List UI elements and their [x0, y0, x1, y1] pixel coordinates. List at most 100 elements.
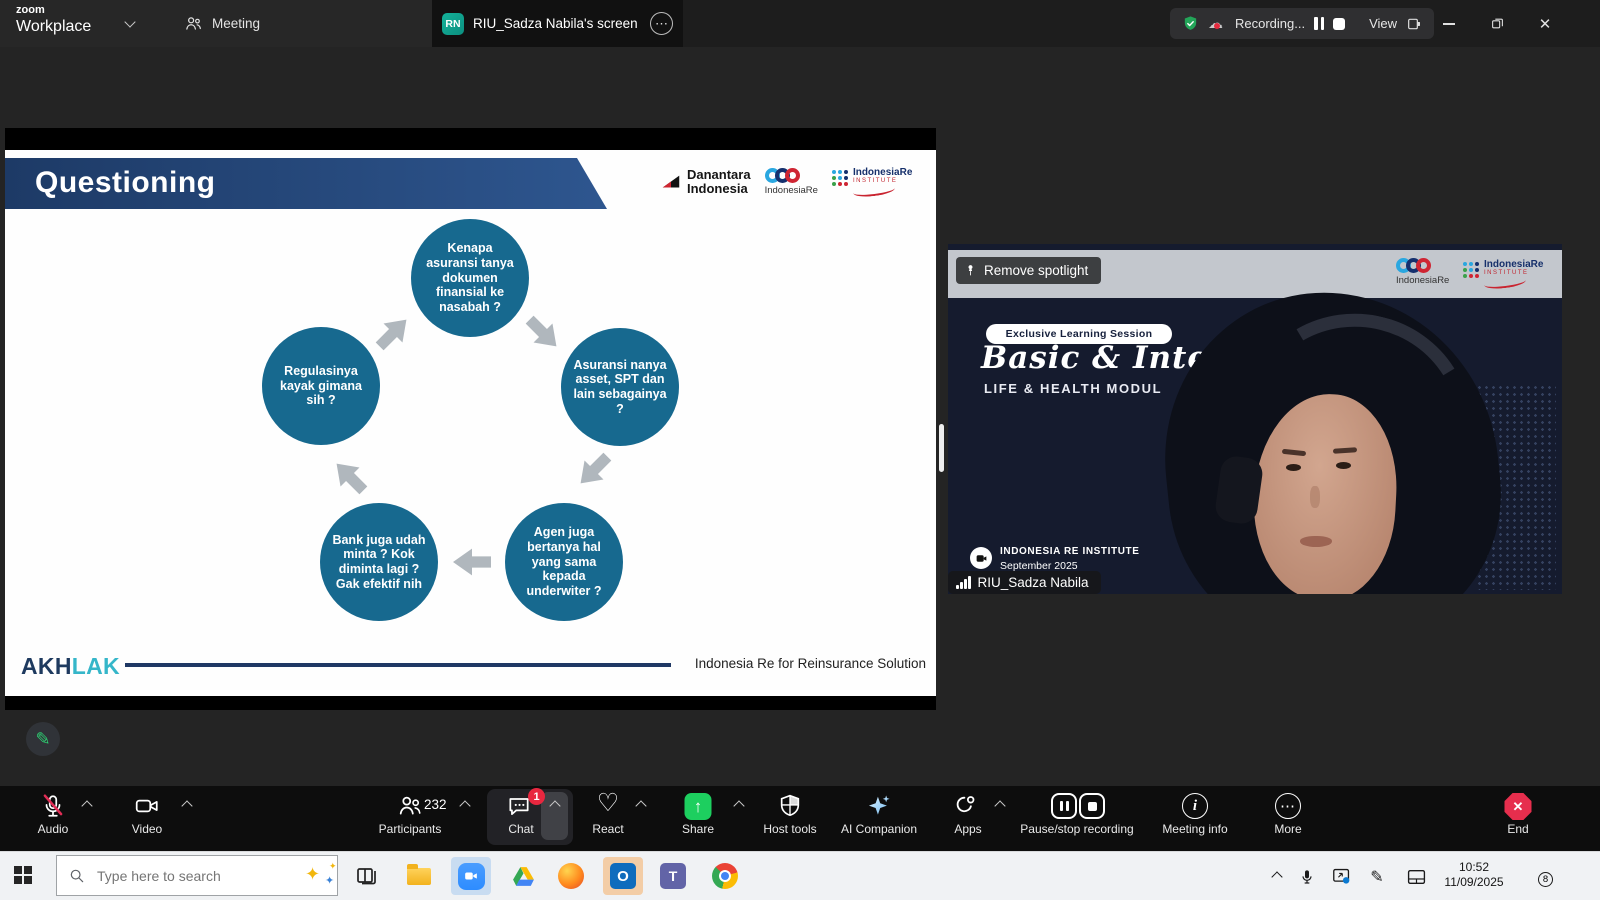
participant-name: RIU_Sadza Nabila — [978, 575, 1089, 590]
institute-logo-small: IndonesiaRe INSTITUTE — [1463, 260, 1543, 288]
remove-spotlight-button[interactable]: Remove spotlight — [956, 257, 1101, 284]
participants-options-chevron[interactable] — [459, 800, 470, 811]
view-button-label[interactable]: View — [1369, 16, 1397, 31]
tray-date: 11/09/2025 — [1430, 875, 1518, 890]
copilot-sparkle-icon: ✦ — [329, 861, 337, 872]
taskbar-zoom-app[interactable] — [457, 862, 485, 890]
taskbar-search-box[interactable]: ✦ ✦ ✦ — [56, 855, 338, 896]
view-layout-icon[interactable] — [1406, 16, 1422, 32]
danantara-mark-icon — [660, 171, 682, 193]
host-tools-label: Host tools — [763, 822, 816, 836]
taskbar-task-view[interactable] — [353, 862, 381, 890]
danantara-line2: Indonesia — [687, 182, 751, 196]
panel-resize-handle[interactable] — [939, 424, 944, 472]
outlook-icon: O — [610, 863, 636, 889]
chrome-icon — [712, 863, 738, 889]
recording-pill: ☁ Recording... View — [1170, 8, 1434, 39]
tray-chevron[interactable] — [1265, 852, 1289, 900]
restore-button[interactable] — [1474, 0, 1520, 47]
taskbar-outlook[interactable]: O — [609, 862, 637, 890]
tray-pen-icon[interactable]: ✎ — [1364, 852, 1390, 900]
presentation-slide: Questioning Danantara Indonesia Indonesi… — [5, 150, 936, 696]
pause-recording-button[interactable] — [1051, 793, 1077, 819]
end-meeting-button[interactable]: ✕ — [1505, 793, 1532, 820]
minimize-button[interactable] — [1426, 0, 1472, 47]
taskbar-drive-app[interactable] — [509, 862, 537, 890]
taskbar-file-explorer[interactable] — [405, 862, 433, 890]
stop-recording-button[interactable] — [1079, 793, 1105, 819]
tray-mic-icon[interactable] — [1295, 852, 1319, 900]
stop-icon — [1079, 793, 1105, 819]
taskbar-chrome[interactable] — [711, 862, 739, 890]
people-icon — [184, 14, 203, 33]
indonesiare-logo: IndonesiaRe — [765, 168, 818, 196]
security-shield-icon[interactable] — [1182, 15, 1199, 32]
start-button[interactable] — [14, 866, 32, 884]
apps-button[interactable] — [954, 793, 979, 823]
react-button[interactable]: ♡ — [597, 791, 619, 816]
tab-shared-screen[interactable]: RN RIU_Sadza Nabila's screen ⋯ — [432, 0, 683, 47]
meeting-toolbar: Audio Video 232 Participants 1 Chat ♡ Re… — [0, 786, 1600, 851]
video-options-chevron[interactable] — [181, 800, 192, 811]
windows-taskbar: ✦ ✦ ✦ O T ✎ 10:52 — [0, 851, 1600, 900]
indonesiare-institute-logo: IndonesiaRe INSTITUTE — [832, 168, 912, 196]
audio-options-chevron[interactable] — [81, 800, 92, 811]
pause-icon — [1051, 793, 1077, 819]
workspace-dropdown-icon[interactable] — [124, 16, 135, 27]
meeting-info-button[interactable]: i — [1182, 793, 1208, 819]
drive-icon — [511, 864, 536, 889]
close-button[interactable]: ✕ — [1522, 0, 1568, 47]
institute-line1: IndonesiaRe — [853, 168, 912, 178]
slide-logos: Danantara Indonesia IndonesiaRe Indonesi… — [660, 168, 912, 196]
react-label: React — [592, 822, 623, 836]
participant-name-tag: RIU_Sadza Nabila — [948, 571, 1101, 594]
video-button[interactable] — [134, 793, 161, 824]
participants-button[interactable] — [397, 793, 423, 824]
spotlight-video-tile[interactable]: Danantara Indonesia IndonesiaRe Indonesi… — [948, 244, 1562, 594]
pause-recording-icon[interactable] — [1314, 17, 1324, 30]
indonesiare-label: IndonesiaRe — [765, 185, 818, 196]
stop-recording-icon[interactable] — [1333, 18, 1345, 30]
apps-icon — [954, 793, 979, 818]
more-button[interactable]: ⋯ — [1275, 793, 1301, 819]
ai-companion-button[interactable] — [866, 793, 892, 824]
slide-title: Questioning — [35, 166, 216, 200]
audio-button[interactable] — [40, 793, 66, 824]
end-x-icon: ✕ — [1505, 793, 1532, 820]
tab-shared-screen-label: RIU_Sadza Nabila's screen — [473, 16, 638, 31]
camera-icon — [975, 552, 988, 565]
close-icon: ✕ — [1539, 15, 1552, 33]
taskbar-firefox[interactable] — [557, 862, 585, 890]
copilot-sparkle-icon[interactable]: ✦ — [305, 864, 320, 885]
heart-icon: ♡ — [597, 789, 619, 817]
taskbar-teams[interactable]: T — [659, 862, 687, 890]
apps-options-chevron[interactable] — [994, 800, 1005, 811]
audio-label: Audio — [38, 822, 69, 836]
danantara-logo: Danantara Indonesia — [660, 168, 751, 195]
logo-line2: Workplace — [16, 19, 91, 35]
tray-cast-icon[interactable] — [1328, 852, 1354, 900]
diagram-circle: Bank juga udah minta ? Kok diminta lagi … — [320, 503, 438, 621]
minimize-icon — [1443, 23, 1455, 25]
diagram-circle: Regulasinya kayak gimana sih ? — [262, 327, 380, 445]
host-tools-button[interactable] — [778, 793, 803, 823]
share-button[interactable]: ↑ — [685, 793, 712, 820]
signal-bars-icon — [956, 576, 971, 589]
annotate-button[interactable]: ✎ — [26, 722, 60, 756]
tray-time: 10:52 — [1430, 860, 1518, 875]
folder-icon — [407, 868, 431, 885]
tray-clock[interactable]: 10:52 11/09/2025 — [1430, 860, 1518, 890]
diagram-circle: Agen juga bertanya hal yang sama kepada … — [505, 503, 623, 621]
share-screen-icon: ↑ — [685, 793, 712, 820]
logo-line1: zoom — [16, 5, 91, 16]
tab-meeting[interactable]: Meeting — [168, 0, 276, 47]
tray-touchpad-icon[interactable] — [1402, 852, 1430, 900]
video-camera-icon — [134, 793, 161, 819]
indonesiare-logo-small: IndonesiaRe — [1396, 258, 1449, 286]
search-input[interactable] — [95, 867, 264, 885]
share-options-chevron[interactable] — [733, 800, 744, 811]
tab-options-icon[interactable]: ⋯ — [650, 12, 673, 35]
participants-icon — [397, 793, 423, 819]
react-options-chevron[interactable] — [635, 800, 646, 811]
share-label: Share — [682, 822, 714, 836]
